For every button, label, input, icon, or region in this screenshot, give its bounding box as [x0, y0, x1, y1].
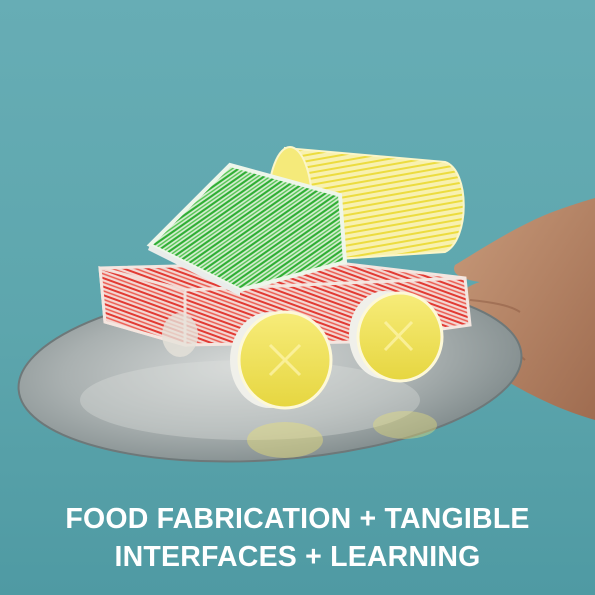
caption: FOOD FABRICATION + TANGIBLE INTERFACES +… [0, 500, 595, 576]
photo-scene: FOOD FABRICATION + TANGIBLE INTERFACES +… [0, 0, 595, 595]
caption-line-2: INTERFACES + LEARNING [114, 541, 481, 573]
caption-line-1: FOOD FABRICATION + TANGIBLE [65, 503, 530, 535]
rear-wheel [349, 291, 444, 383]
front-wheel [230, 310, 333, 410]
